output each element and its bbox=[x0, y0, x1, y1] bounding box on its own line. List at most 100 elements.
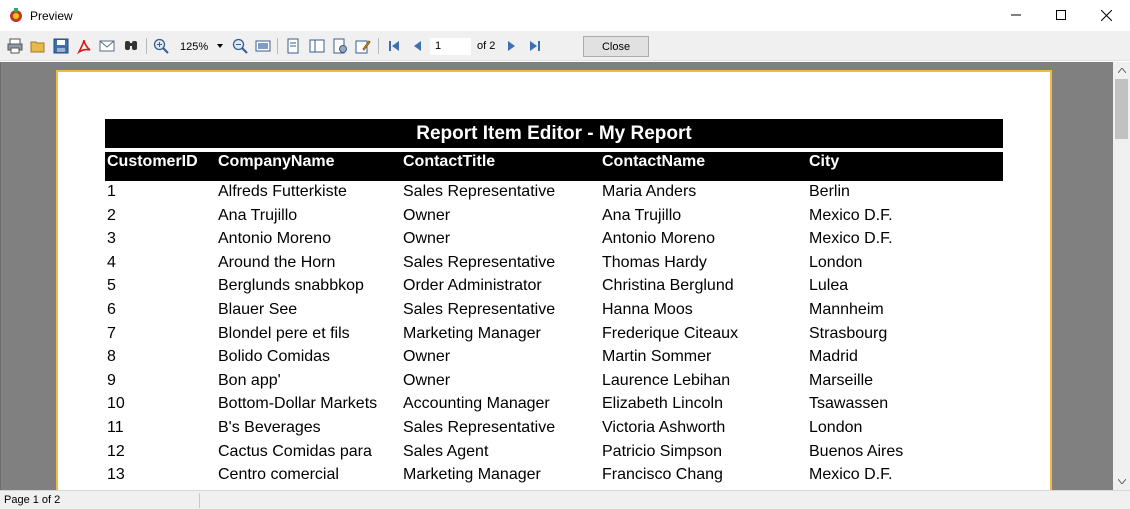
page-number-input[interactable]: 1 bbox=[430, 38, 471, 55]
edit-icon bbox=[355, 40, 371, 54]
zoom-value: 125% bbox=[180, 40, 209, 53]
table-cell: Owner bbox=[403, 206, 451, 224]
table-cell: London bbox=[809, 419, 863, 436]
scroll-down-button[interactable] bbox=[1113, 473, 1130, 490]
table-cell: Blauer See bbox=[218, 301, 298, 318]
first-page-icon bbox=[389, 41, 399, 51]
find-icon bbox=[125, 41, 137, 50]
table-row: 3 Antonio Moreno Owner Antonio Moreno Mexico… bbox=[105, 230, 1003, 254]
report-page: Report Item Editor - My Report CustomerI… bbox=[56, 70, 1052, 490]
table-row: 5 Berglunds snabbkop Order Administrator Ch… bbox=[105, 277, 1003, 301]
export-pdf-button[interactable] bbox=[75, 37, 93, 55]
table-cell: Mexico D.F. bbox=[809, 206, 893, 224]
table-cell: Berlin bbox=[809, 183, 850, 200]
table-cell: Madrid bbox=[809, 348, 858, 366]
column-header: CompanyName bbox=[218, 153, 335, 170]
table-row: 7 Blondel pere et fils Marketing Manager Fr… bbox=[105, 325, 1003, 349]
zoom-in-icon bbox=[153, 38, 169, 54]
save-icon bbox=[53, 38, 69, 54]
column-header: City bbox=[809, 153, 840, 170]
zoom-in-button[interactable] bbox=[152, 37, 170, 55]
table-cell: Ana Trujillo bbox=[218, 206, 298, 224]
table-cell: Bottom-Dollar Markets bbox=[218, 395, 378, 413]
table-cell: Maria Anders bbox=[602, 183, 697, 200]
toolbar-separator bbox=[378, 38, 379, 54]
single-page-button[interactable] bbox=[284, 37, 302, 55]
window-close-button[interactable] bbox=[1083, 0, 1129, 30]
table-cell: Owner bbox=[403, 348, 451, 366]
maximize-button[interactable] bbox=[1038, 0, 1084, 30]
table-cell: Bolido Comidas bbox=[218, 348, 331, 366]
table-cell: Sales Representative bbox=[403, 419, 556, 436]
table-cell: London bbox=[809, 253, 863, 271]
toolbar-separator bbox=[146, 38, 147, 54]
table-cell: Antonio Moreno bbox=[218, 230, 331, 248]
last-page-button[interactable] bbox=[526, 37, 544, 55]
table-cell: Francisco Chang bbox=[602, 466, 723, 484]
table-cell: Thomas Hardy bbox=[602, 253, 707, 271]
zoom-out-icon bbox=[232, 38, 248, 54]
whole-page-icon bbox=[255, 40, 271, 52]
table-cell: Patricio Simpson bbox=[602, 442, 723, 460]
table-cell: Mexico D.F. bbox=[809, 466, 893, 484]
first-page-button[interactable] bbox=[385, 37, 403, 55]
table-cell: B's Beverages bbox=[218, 419, 321, 436]
table-cell: 13 bbox=[107, 466, 125, 484]
toolbar: 125% 1 of 2 Close bbox=[0, 31, 1130, 61]
last-page-icon bbox=[530, 41, 540, 51]
app-icon bbox=[10, 8, 22, 22]
zoom-select[interactable]: 125% bbox=[177, 38, 225, 55]
print-icon bbox=[7, 38, 23, 54]
minimize-button[interactable] bbox=[993, 0, 1039, 30]
table-cell: 9 bbox=[107, 371, 116, 389]
print-button[interactable] bbox=[6, 37, 24, 55]
table-cell: Mannheim bbox=[809, 301, 884, 318]
email-button[interactable] bbox=[98, 37, 116, 55]
table-cell: Order Administrator bbox=[403, 277, 542, 295]
table-row: 12 Cactus Comidas para Sales Agent Patricio… bbox=[105, 443, 1003, 467]
table-cell: 11 bbox=[107, 419, 124, 436]
table-cell: Centro comercial bbox=[218, 466, 339, 484]
table-cell: Accounting Manager bbox=[403, 395, 550, 413]
window-title: Preview bbox=[30, 9, 73, 23]
scroll-thumb[interactable] bbox=[1115, 79, 1128, 139]
table-cell: Tsawassen bbox=[809, 395, 889, 413]
table-cell: Elizabeth Lincoln bbox=[602, 395, 723, 413]
whole-page-button[interactable] bbox=[254, 37, 272, 55]
chevron-down-icon bbox=[217, 44, 223, 48]
settings-icon bbox=[333, 38, 347, 54]
prev-page-button[interactable] bbox=[408, 37, 426, 55]
table-row: 1 Alfreds Futterkiste Sales Representative… bbox=[105, 183, 1003, 207]
vertical-scrollbar[interactable] bbox=[1113, 62, 1130, 490]
next-page-button[interactable] bbox=[503, 37, 521, 55]
multi-page-button[interactable] bbox=[308, 37, 326, 55]
zoom-out-button[interactable] bbox=[231, 37, 249, 55]
table-cell: Marketing Manager bbox=[403, 324, 541, 342]
save-button[interactable] bbox=[52, 37, 70, 55]
report-title: Report Item Editor - My Report bbox=[105, 119, 1003, 148]
table-row: 13 Centro comercial Marketing Manager Franc… bbox=[105, 466, 1003, 490]
find-button[interactable] bbox=[122, 37, 140, 55]
table-cell: Frederique Citeaux bbox=[602, 324, 739, 342]
preview-viewport[interactable]: Report Item Editor - My Report CustomerI… bbox=[0, 62, 1113, 490]
table-cell: 8 bbox=[107, 348, 116, 366]
open-button[interactable] bbox=[29, 37, 47, 55]
next-page-icon bbox=[508, 41, 515, 51]
table-cell: Strasbourg bbox=[809, 324, 888, 342]
edit-button[interactable] bbox=[354, 37, 372, 55]
table-row: 10 Bottom-Dollar Markets Accounting Manage… bbox=[105, 395, 1003, 419]
close-button[interactable]: Close bbox=[583, 36, 649, 57]
email-icon bbox=[99, 40, 115, 52]
scroll-up-button[interactable] bbox=[1113, 62, 1130, 79]
chevron-down-icon bbox=[1117, 479, 1126, 484]
title-bar: Preview bbox=[0, 0, 1130, 31]
table-cell: Sales Agent bbox=[403, 442, 489, 460]
settings-button[interactable] bbox=[331, 37, 349, 55]
table-cell: Laurence Lebihan bbox=[602, 371, 731, 389]
table-cell: Ana Trujillo bbox=[602, 206, 682, 224]
table-row: 6 Blauer See Sales Representative Hanna Moo… bbox=[105, 301, 1003, 325]
table-cell: Around the Horn bbox=[218, 253, 336, 271]
status-separator bbox=[199, 493, 200, 508]
column-header: ContactTitle bbox=[403, 153, 496, 170]
table-row: 2 Ana Trujillo Owner Ana Trujillo Mexico D.F… bbox=[105, 207, 1003, 231]
